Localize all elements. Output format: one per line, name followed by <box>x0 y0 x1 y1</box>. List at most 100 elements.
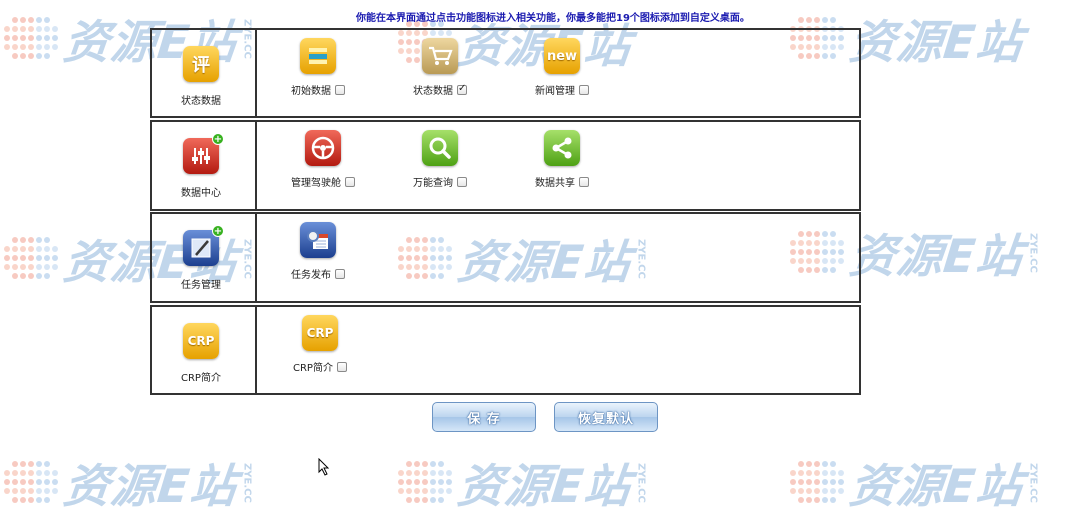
watermark-dot <box>822 470 828 476</box>
category-status-data[interactable]: 评 状态数据 <box>181 46 221 107</box>
watermark: 资源E站 ZYE.CC <box>4 450 252 516</box>
items-cell: CRP CRP简介 <box>257 307 859 393</box>
watermark-dot <box>28 255 34 261</box>
watermark-dot <box>12 44 18 50</box>
watermark-dot <box>430 488 436 494</box>
restore-default-button[interactable]: 恢复默认 <box>554 402 658 432</box>
watermark-dot <box>4 470 10 476</box>
watermark-dot <box>414 470 420 476</box>
category-cell: 评 状态数据 <box>152 30 257 116</box>
watermark-dot <box>12 479 18 485</box>
checkbox-initial-data[interactable] <box>335 84 345 95</box>
watermark-dot <box>430 461 436 467</box>
crp-icon: CRP <box>301 315 338 351</box>
watermark-dot <box>414 497 420 503</box>
watermark-dot <box>12 26 18 32</box>
watermark-dot <box>4 246 10 252</box>
watermark-dot <box>52 255 58 261</box>
category-cell: CRP CRP简介 <box>152 307 257 393</box>
watermark-dot <box>838 488 844 494</box>
watermark-dot <box>36 488 42 494</box>
watermark-dot <box>790 479 796 485</box>
watermark-dot <box>12 264 18 270</box>
save-button[interactable]: 保 存 <box>432 402 536 432</box>
checkbox-management-cockpit[interactable] <box>345 176 355 187</box>
watermark-dot <box>44 255 50 261</box>
watermark-dot <box>20 237 26 243</box>
instruction-text: 你能在本界面通过点击功能图标进入相关功能，你最多能把19个图标添加到自定义桌面。 <box>356 13 750 24</box>
watermark-dot <box>36 237 42 243</box>
watermark-dot <box>20 17 26 23</box>
category-cell: + 任务管理 <box>152 214 257 301</box>
item-initial-data[interactable]: 初始数据 <box>291 38 345 97</box>
watermark-dot <box>4 488 10 494</box>
watermark-dot <box>20 44 26 50</box>
checkbox-crp-intro[interactable] <box>336 361 347 372</box>
watermark-sub: ZYE.CC <box>635 463 647 503</box>
watermark-dot <box>20 255 26 261</box>
watermark-dot <box>20 461 26 467</box>
category-task-management[interactable]: + 任务管理 <box>181 225 224 291</box>
watermark-dot <box>52 44 58 50</box>
checkbox-universal-query[interactable] <box>457 176 467 187</box>
watermark-text: 资源E站 <box>454 459 634 513</box>
item-status-data[interactable]: 状态数据 <box>413 38 467 97</box>
item-management-cockpit[interactable]: 管理驾驶舱 <box>291 130 355 189</box>
watermark-dot <box>44 26 50 32</box>
watermark-text: 资源E站 <box>846 229 1026 283</box>
watermark-dot <box>814 461 820 467</box>
share-icon <box>552 137 572 159</box>
watermark: 资源E站 ZYE.CC <box>398 450 646 516</box>
watermark-dot <box>438 461 444 467</box>
mouse-cursor-icon <box>318 458 330 476</box>
watermark-dot <box>20 479 26 485</box>
watermark-dot <box>414 461 420 467</box>
watermark-dot <box>20 273 26 279</box>
crp-glyph: CRP <box>306 326 334 340</box>
watermark-dot <box>36 273 42 279</box>
calendar-gear-icon <box>307 230 328 249</box>
watermark-dot <box>44 246 50 252</box>
crp-icon: CRP <box>182 323 219 359</box>
watermark-dot <box>44 497 50 503</box>
item-label: 管理驾驶舱 <box>291 178 341 189</box>
watermark-dot <box>20 246 26 252</box>
item-label: CRP简介 <box>293 363 333 374</box>
checkbox-data-sharing[interactable] <box>579 176 589 187</box>
category-crp-intro[interactable]: CRP CRP简介 <box>181 323 221 384</box>
watermark-sub: ZYE.CC <box>241 463 253 503</box>
watermark-dot <box>446 479 452 485</box>
item-universal-query[interactable]: 万能查询 <box>413 130 467 189</box>
checkbox-task-publish[interactable] <box>335 268 345 279</box>
watermark-dot <box>4 479 10 485</box>
watermark-dot <box>36 264 42 270</box>
category-data-center[interactable]: + 数据中心 <box>181 133 224 199</box>
checkbox-status-data[interactable] <box>457 83 467 95</box>
checkbox-news-management[interactable] <box>579 84 589 95</box>
item-task-publish[interactable]: 任务发布 <box>291 222 345 281</box>
watermark-dot <box>36 17 42 23</box>
item-label: 数据共享 <box>535 178 575 189</box>
watermark-dot <box>838 470 844 476</box>
watermark-dot <box>28 273 34 279</box>
watermark-text: 资源E站 <box>60 459 240 513</box>
watermark-dot <box>406 461 412 467</box>
watermark-dot <box>52 26 58 32</box>
watermark-dot <box>798 497 804 503</box>
watermark-dot <box>430 497 436 503</box>
watermark-dots-icon <box>790 459 850 507</box>
category-label: 数据中心 <box>181 188 221 199</box>
watermark-dot <box>52 479 58 485</box>
watermark-dot <box>790 470 796 476</box>
watermark-dot <box>20 470 26 476</box>
watermark-dot <box>398 488 404 494</box>
item-label: 初始数据 <box>291 86 331 97</box>
item-crp-intro[interactable]: CRP CRP简介 <box>293 315 347 374</box>
item-news-management[interactable]: new 新闻管理 <box>535 38 589 97</box>
section-task-management: + 任务管理 任务发布 <box>150 212 861 303</box>
watermark-dot <box>4 44 10 50</box>
item-data-sharing[interactable]: 数据共享 <box>535 130 589 189</box>
magnifier-icon <box>429 137 451 159</box>
watermark-dot <box>28 246 34 252</box>
watermark-dot <box>814 479 820 485</box>
